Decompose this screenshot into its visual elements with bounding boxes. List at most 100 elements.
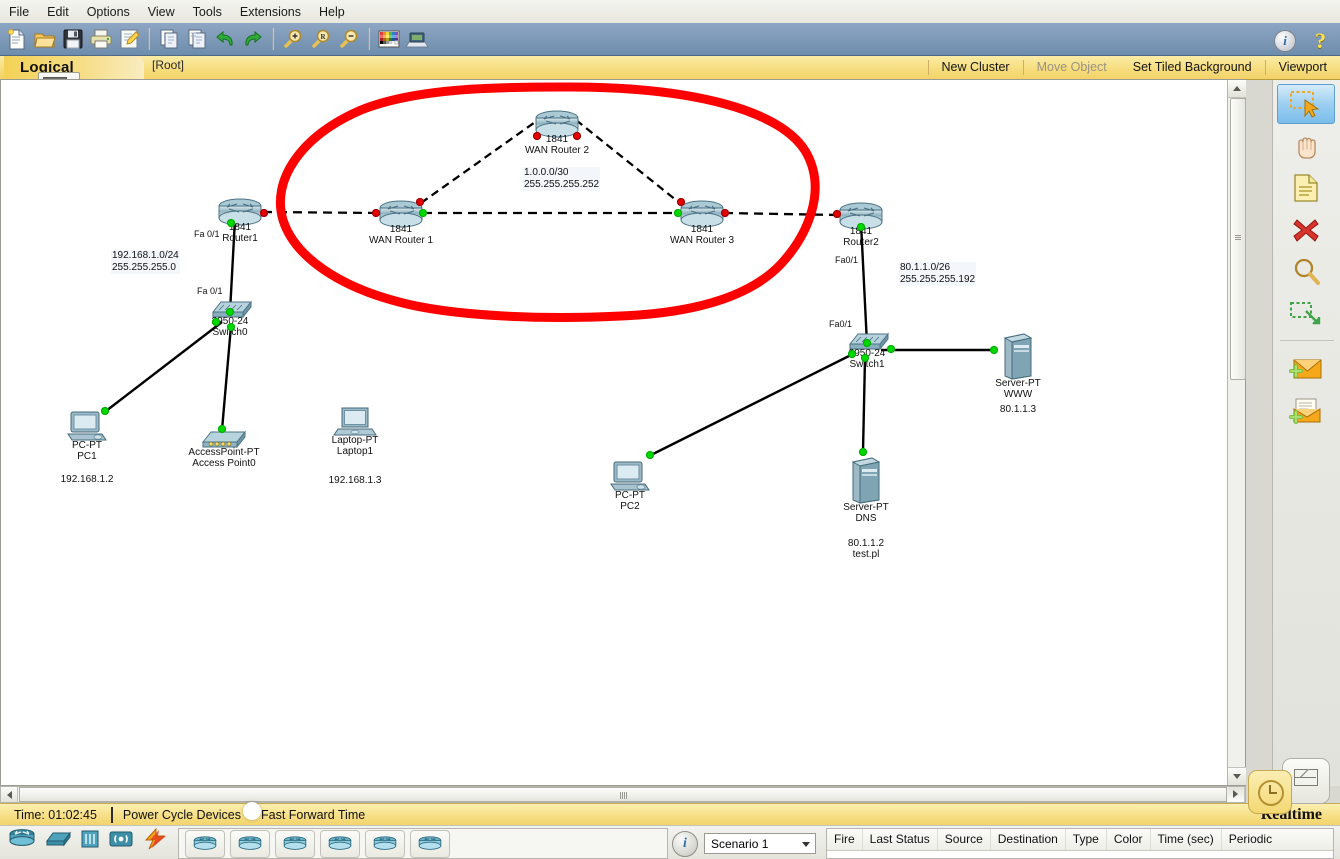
device-router-2811[interactable] [320,829,360,858]
column-color[interactable]: Color [1107,829,1151,850]
chevron-down-icon [802,842,810,847]
info-icon[interactable]: i [1274,30,1296,52]
node-pc2[interactable]: PC-PT PC2 [609,460,651,512]
fast-forward-time-button[interactable]: Fast Forward Time [251,808,375,822]
column-source[interactable]: Source [938,829,991,850]
move-layout-tool[interactable] [1277,126,1335,166]
iface-switch1-fa01: Fa0/1 [829,319,853,329]
hubs-category[interactable] [80,829,100,852]
viewport-button[interactable]: Viewport [1266,56,1340,79]
device-router-2621xm[interactable] [275,829,315,858]
node-ip-label: 192.168.1.2 [60,474,114,485]
menu-view[interactable]: View [139,3,184,21]
device-router-2620xm[interactable] [230,829,270,858]
link-status-dot [990,346,998,354]
delete-tool[interactable] [1277,210,1335,250]
link-status-dot [227,323,235,331]
wireless-icon [109,831,133,847]
toolbar-separator-2 [272,28,274,50]
info-icon[interactable]: i [672,830,698,857]
iface-router2-fa01: Fa0/1 [835,255,859,265]
link-status-dot [646,451,654,459]
switches-category[interactable] [44,830,72,851]
iface-switch0-fa01: Fa 0/1 [197,286,223,296]
routers-category[interactable] [8,828,36,853]
undo-icon[interactable] [212,26,238,53]
menu-extensions[interactable]: Extensions [231,3,310,21]
canvas-vertical-scrollbar[interactable] [1227,80,1246,785]
menu-options[interactable]: Options [78,3,139,21]
new-file-icon[interactable] [4,26,30,53]
copy-icon[interactable] [156,26,182,53]
inspect-tool[interactable] [1277,252,1335,292]
node-laptop1[interactable]: Laptop-PT Laptop1 192.168.1.3 [329,405,381,486]
lan1-subnet-note: 192.168.1.0/24 255.255.255.0 [111,250,180,274]
resize-shape-tool[interactable] [1277,294,1335,334]
lan2-subnet-note: 80.1.1.0/26 255.255.255.192 [899,262,977,286]
link-status-dot [857,223,865,231]
link-status-dot [101,407,109,415]
device-router-generic-2[interactable] [410,829,450,858]
canvas-horizontal-scrollbar[interactable] [0,786,1246,803]
move-object-button[interactable]: Move Object [1024,56,1120,79]
open-file-icon[interactable] [32,26,58,53]
horizontal-scroll-thumb[interactable] [19,787,1227,802]
menu-file[interactable]: File [0,3,38,21]
zoom-reset-icon[interactable]: R [308,26,334,53]
column-fire[interactable]: Fire [827,829,863,850]
device-router-1841[interactable] [185,829,225,858]
add-simple-pdu-tool[interactable] [1277,349,1335,389]
palette-divider [1280,340,1334,341]
node-pc1[interactable]: PC-PT PC1 192.168.1.2 [61,410,113,485]
menu-edit[interactable]: Edit [38,3,78,21]
vertical-scroll-thumb[interactable] [1230,98,1246,380]
select-tool[interactable] [1277,84,1335,124]
save-icon[interactable] [60,26,86,53]
column-last-status[interactable]: Last Status [863,829,938,850]
device-category-bar [8,827,168,853]
switch-icon [46,831,71,847]
node-router1[interactable]: 1841 Router1 [217,198,263,244]
scroll-left-arrow[interactable] [1,787,18,802]
column-time-sec[interactable]: Time (sec) [1151,829,1222,850]
logical-workspace[interactable]: 1841 Router1 1841 WAN Router 1 1841 WAN … [1,80,1227,785]
column-periodic[interactable]: Periodic [1222,829,1279,850]
link-status-dot [859,448,867,456]
link-switch0-ap0 [220,325,233,431]
redo-icon[interactable] [240,26,266,53]
help-icon[interactable]: ? [1315,28,1326,54]
zoom-in-icon[interactable] [280,26,306,53]
place-note-tool[interactable] [1277,168,1335,208]
scenario-dropdown[interactable]: Scenario 1 [704,833,816,854]
new-cluster-button[interactable]: New Cluster [929,56,1023,79]
node-wan-router-3[interactable]: 1841 WAN Router 3 [670,200,734,246]
zoom-out-icon[interactable] [336,26,362,53]
link-status-dot [227,219,235,227]
event-list-table: Fire Last Status Source Destination Type… [826,828,1334,859]
node-server-www[interactable]: Server-PT WWW 80.1.1.3 [995,332,1041,415]
scroll-down-arrow[interactable] [1228,767,1246,785]
add-complex-pdu-tool[interactable] [1277,391,1335,431]
node-server-dns[interactable]: Server-PT DNS 80.1.1.2 test.pl [843,456,889,560]
menu-help[interactable]: Help [310,3,354,21]
palette-icon[interactable] [376,26,402,53]
link-wanrouter2-wanrouter3 [575,119,682,205]
menu-tools[interactable]: Tools [184,3,231,21]
scroll-up-arrow[interactable] [1228,80,1246,98]
print-icon[interactable] [88,26,114,53]
wireless-devices-category[interactable] [108,829,134,852]
device-router-generic[interactable] [365,829,405,858]
custom-devices-icon[interactable] [404,26,430,53]
scroll-right-arrow[interactable] [1228,787,1245,802]
paste-icon[interactable] [184,26,210,53]
column-type[interactable]: Type [1066,829,1107,850]
link-status-dot [419,209,427,217]
mouse-cursor [243,802,261,820]
device-type-selection-box [178,828,668,859]
column-destination[interactable]: Destination [991,829,1066,850]
activity-wizard-icon[interactable] [116,26,142,53]
power-cycle-devices-button[interactable]: Power Cycle Devices [113,808,251,822]
set-tiled-background-button[interactable]: Set Tiled Background [1120,56,1265,79]
connections-category[interactable] [142,827,168,853]
realtime-mode-button[interactable] [1248,770,1292,814]
